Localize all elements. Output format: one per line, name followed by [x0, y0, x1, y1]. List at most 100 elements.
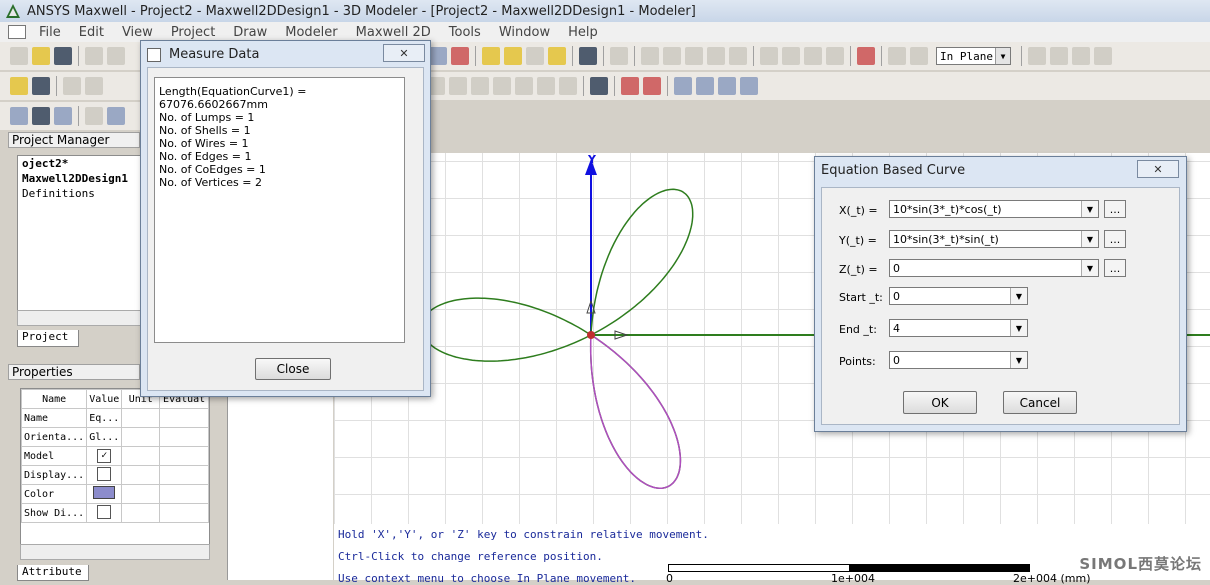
measure-icon[interactable]: [579, 47, 597, 65]
selected-curve-segment[interactable]: [589, 334, 682, 489]
transform-7-icon[interactable]: [559, 77, 577, 95]
tree-item-definitions[interactable]: Definitions: [18, 186, 141, 201]
menu-view[interactable]: View: [113, 25, 162, 40]
z-equation-input[interactable]: 0 ▼: [889, 259, 1099, 277]
view-eye-icon[interactable]: [590, 77, 608, 95]
context-help-icon[interactable]: [32, 77, 50, 95]
z-edit-button[interactable]: ...: [1104, 259, 1126, 277]
excitation-icon[interactable]: [482, 47, 500, 65]
draw-polygon-icon[interactable]: [804, 47, 822, 65]
draw-arc-icon[interactable]: [685, 47, 703, 65]
rotate-icon[interactable]: [1094, 47, 1112, 65]
mirror-icon[interactable]: [1072, 47, 1090, 65]
chevron-down-icon[interactable]: ▼: [1010, 352, 1027, 368]
table-row[interactable]: Display...: [21, 465, 209, 485]
table-row[interactable]: Name Eq...: [21, 408, 209, 428]
save-icon[interactable]: [54, 47, 72, 65]
display-wireframe-checkbox[interactable]: [97, 466, 112, 481]
menu-window[interactable]: Window: [490, 25, 559, 40]
table-row[interactable]: Orienta... Gl...: [21, 427, 209, 447]
duplicate-icon[interactable]: [1050, 47, 1068, 65]
tree-item-project[interactable]: oject2*: [18, 156, 141, 171]
cut-icon[interactable]: [85, 47, 103, 65]
point-icon[interactable]: [888, 47, 906, 65]
copy-icon[interactable]: [107, 47, 125, 65]
tab-attribute[interactable]: Attribute: [17, 565, 89, 581]
x-edit-button[interactable]: ...: [1104, 200, 1126, 218]
grid-icon[interactable]: [610, 47, 628, 65]
transform-2-icon[interactable]: [449, 77, 467, 95]
chevron-down-icon[interactable]: ▼: [1081, 201, 1098, 217]
model-checkbox[interactable]: ✓: [97, 449, 112, 463]
table-row[interactable]: Model ✓: [21, 446, 209, 466]
hide-icon[interactable]: [621, 77, 639, 95]
close-button[interactable]: Close: [255, 358, 331, 380]
tree-item-design[interactable]: Maxwell2DDesign1: [18, 171, 141, 186]
show-selected-icon[interactable]: [718, 77, 736, 95]
points-input[interactable]: 0 ▼: [889, 351, 1028, 369]
start-t-input[interactable]: 0 ▼: [889, 287, 1028, 305]
property-value[interactable]: Eq...: [86, 408, 123, 428]
battery-icon[interactable]: [526, 47, 544, 65]
document-icon[interactable]: [8, 25, 26, 39]
boolean-icon[interactable]: [63, 77, 81, 95]
transform-5-icon[interactable]: [515, 77, 533, 95]
chevron-down-icon[interactable]: ▼: [1010, 320, 1027, 336]
menu-modeler[interactable]: Modeler: [276, 25, 346, 40]
equation-curve[interactable]: [420, 188, 694, 489]
draw-ellipse-icon[interactable]: [826, 47, 844, 65]
properties-scrollbar[interactable]: [20, 544, 210, 560]
chevron-down-icon[interactable]: ▼: [1081, 260, 1098, 276]
y-equation-input[interactable]: 10*sin(3*_t)*sin(_t) ▼: [889, 230, 1099, 248]
open-folder-icon[interactable]: [32, 47, 50, 65]
menu-file[interactable]: File: [30, 25, 70, 40]
show-all-icon[interactable]: [696, 77, 714, 95]
plane-icon[interactable]: [910, 47, 928, 65]
transform-4-icon[interactable]: [493, 77, 511, 95]
menu-project[interactable]: Project: [162, 25, 224, 40]
draw-rectangle-icon[interactable]: [760, 47, 778, 65]
show-direction-checkbox[interactable]: [97, 504, 112, 519]
transform-6-icon[interactable]: [537, 77, 555, 95]
fit-selection-icon[interactable]: [32, 107, 50, 125]
y-edit-button[interactable]: ...: [1104, 230, 1126, 248]
hide-all-icon[interactable]: [643, 77, 661, 95]
align-icon[interactable]: [1028, 47, 1046, 65]
transform-3-icon[interactable]: [471, 77, 489, 95]
split-icon[interactable]: [85, 77, 103, 95]
end-t-input[interactable]: 4 ▼: [889, 319, 1028, 337]
color-swatch[interactable]: [93, 486, 116, 499]
snap-icon[interactable]: [429, 47, 447, 65]
chevron-down-icon[interactable]: ▼: [1081, 231, 1098, 247]
report-icon[interactable]: [548, 47, 566, 65]
zoom-icon[interactable]: [54, 107, 72, 125]
draw-equation-icon[interactable]: [729, 47, 747, 65]
show-icon[interactable]: [674, 77, 692, 95]
close-icon[interactable]: ✕: [1137, 160, 1179, 178]
draw-arc2-icon[interactable]: [707, 47, 725, 65]
draw-line-icon[interactable]: [641, 47, 659, 65]
movement-mode-select[interactable]: In Plane ▼: [936, 47, 1011, 65]
table-row[interactable]: Color: [21, 484, 209, 504]
chevron-down-icon[interactable]: ▼: [1010, 288, 1027, 304]
help-icon[interactable]: [10, 77, 28, 95]
menu-help[interactable]: Help: [559, 25, 607, 40]
cancel-button[interactable]: Cancel: [1003, 391, 1077, 414]
menu-draw[interactable]: Draw: [224, 25, 276, 40]
show-others-icon[interactable]: [740, 77, 758, 95]
draw-circle-icon[interactable]: [782, 47, 800, 65]
menu-maxwell2d[interactable]: Maxwell 2D: [347, 25, 440, 40]
table-row[interactable]: Show Di...: [21, 503, 209, 523]
menu-edit[interactable]: Edit: [70, 25, 113, 40]
draw-spline-icon[interactable]: [663, 47, 681, 65]
rotate-view-icon[interactable]: [107, 107, 125, 125]
close-icon[interactable]: ✕: [383, 44, 425, 62]
fit-all-icon[interactable]: [10, 107, 28, 125]
project-tree-scrollbar[interactable]: [17, 310, 142, 326]
draw-box-icon[interactable]: [857, 47, 875, 65]
check-icon[interactable]: [504, 47, 522, 65]
ok-button[interactable]: OK: [903, 391, 977, 414]
tab-project[interactable]: Project: [17, 330, 79, 347]
validate-icon[interactable]: [451, 47, 469, 65]
menu-tools[interactable]: Tools: [440, 25, 490, 40]
